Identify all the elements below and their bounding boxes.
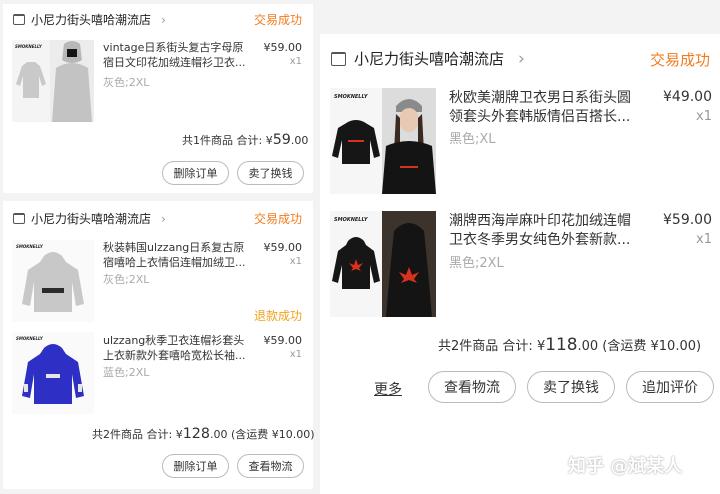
currency: ¥	[536, 339, 546, 354]
product-photo: SMOKNELLY	[12, 40, 50, 122]
total-amount: 118	[545, 334, 578, 354]
order-summary: 共1件商品 合计: ¥59.00	[182, 132, 308, 148]
currency: ¥	[175, 428, 183, 441]
model-photo	[382, 88, 436, 194]
product-qty: x1	[289, 349, 302, 360]
product-photo: SMOKNELLY	[330, 88, 382, 194]
product-sku: 黑色;2XL	[449, 256, 504, 271]
shop-link[interactable]: 小尼力街头嘻哈潮流店 ›	[331, 48, 525, 69]
chevron-right-icon: ›	[161, 12, 166, 27]
shipping-note: (含运费 ¥10.00)	[602, 339, 702, 354]
total-cents: .00	[210, 428, 228, 441]
track-shipment-button[interactable]: 查看物流	[237, 454, 304, 478]
product-image[interactable]: SMOKNELLY	[12, 240, 94, 322]
product-sku: 蓝色;2XL	[103, 366, 150, 379]
count-label: 共2件商品 合计:	[438, 339, 533, 354]
product-price: ¥59.00	[263, 334, 303, 347]
shop-name: 小尼力街头嘻哈潮流店	[31, 13, 152, 27]
product-qty: x1	[289, 56, 302, 67]
product-title[interactable]: ulzzang秋季卫衣连帽衫套头上衣新款外套嘻哈宽松长袖...	[103, 334, 253, 366]
product-qty: x1	[289, 256, 302, 267]
count-label: 共2件商品 合计:	[92, 428, 173, 441]
product-title[interactable]: 潮牌西海岸麻叶印花加绒连帽卫衣冬季男女纯色外套新款...	[449, 212, 644, 252]
track-shipment-button[interactable]: 查看物流	[428, 371, 516, 403]
product-title[interactable]: 秋装韩国ulzzang日系复古原宿嘻哈上衣情侣连帽加绒卫...	[103, 241, 253, 273]
product-image[interactable]: SMOKNELLY	[12, 40, 94, 122]
delete-order-button[interactable]: 删除订单	[162, 454, 229, 478]
resell-button[interactable]: 卖了换钱	[527, 371, 615, 403]
currency: ¥	[265, 134, 273, 147]
more-link[interactable]: 更多	[374, 379, 402, 399]
product-image[interactable]: SMOKNELLY	[330, 88, 436, 194]
total-cents: .00	[290, 134, 309, 147]
product-image[interactable]: SMOKNELLY	[12, 332, 94, 414]
delete-order-button[interactable]: 删除订单	[162, 161, 229, 185]
resell-button[interactable]: 卖了换钱	[237, 161, 304, 185]
shop-name: 小尼力街头嘻哈潮流店	[31, 212, 152, 226]
model-photo	[50, 40, 94, 122]
product-title[interactable]: vintage日系街头复古字母原宿日文印花加绒连帽衫卫衣...	[103, 41, 253, 73]
store-icon	[13, 213, 25, 224]
chevron-right-icon: ›	[161, 211, 166, 226]
shop-link[interactable]: 小尼力街头嘻哈潮流店 ›	[13, 11, 166, 28]
count-label: 共1件商品 合计:	[182, 134, 263, 147]
product-qty: x1	[696, 232, 712, 247]
order-status: 交易成功	[254, 212, 303, 226]
order-status: 交易成功	[254, 13, 303, 27]
product-price: ¥59.00	[263, 241, 303, 254]
shop-link[interactable]: 小尼力街头嘻哈潮流店 ›	[13, 210, 166, 227]
shipping-note: (含运费 ¥10.00)	[231, 428, 315, 441]
total-cents: .00	[577, 339, 599, 354]
product-price: ¥49.00	[663, 89, 712, 105]
product-photo: SMOKNELLY	[330, 211, 382, 317]
chevron-right-icon: ›	[518, 48, 525, 69]
order-status: 交易成功	[650, 51, 711, 69]
total-amount: 59	[272, 132, 291, 148]
add-review-button[interactable]: 追加评价	[626, 371, 714, 403]
product-sku: 灰色;2XL	[103, 76, 150, 89]
order-summary: 共2件商品 合计: ¥128.00 (含运费 ¥10.00)	[92, 426, 315, 442]
product-sku: 黑色;XL	[449, 132, 496, 147]
product-title[interactable]: 秋欧美潮牌卫衣男日系街头圆领套头外套韩版情侣百搭长...	[449, 89, 644, 129]
watermark: 知乎 @斌某人	[568, 456, 683, 477]
product-sku: 灰色;2XL	[103, 273, 150, 286]
product-image[interactable]: SMOKNELLY	[330, 211, 436, 317]
store-icon	[331, 51, 346, 66]
shop-name: 小尼力街头嘻哈潮流店	[354, 50, 505, 68]
product-qty: x1	[696, 109, 712, 124]
refund-status: 退款成功	[254, 309, 303, 323]
model-photo	[382, 211, 436, 317]
store-icon	[13, 14, 25, 25]
product-price: ¥59.00	[263, 41, 303, 54]
total-amount: 128	[182, 426, 210, 442]
product-price: ¥59.00	[663, 212, 712, 228]
order-summary: 共2件商品 合计: ¥118.00 (含运费 ¥10.00)	[438, 334, 701, 354]
